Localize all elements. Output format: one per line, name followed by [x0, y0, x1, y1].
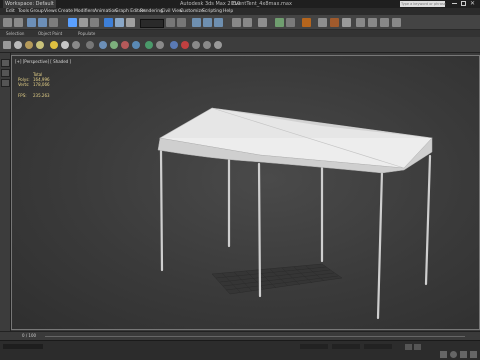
maxscript-listener[interactable] [3, 344, 43, 349]
curve-editor-icon[interactable] [275, 18, 284, 27]
menu-create[interactable]: Create [58, 8, 73, 15]
menu-edit[interactable]: Edit [6, 8, 15, 15]
snap-icon[interactable] [192, 18, 201, 27]
door-icon[interactable] [192, 41, 200, 49]
box-icon[interactable] [3, 41, 11, 49]
extra-tools-icon[interactable] [392, 18, 401, 27]
nurbs-icon[interactable] [170, 41, 178, 49]
select-icon[interactable] [68, 18, 77, 27]
maximize-viewport-icon[interactable] [470, 351, 477, 358]
main-toolbar [0, 15, 480, 30]
render-setup-icon[interactable] [318, 18, 327, 27]
teapot-icon[interactable] [356, 18, 365, 27]
panel-tab-2[interactable] [1, 69, 10, 77]
tab-selection[interactable]: Selection [6, 30, 24, 37]
status-bar [0, 340, 480, 360]
close-icon[interactable]: ✕ [470, 0, 475, 8]
coord-y-field[interactable] [332, 344, 360, 349]
undo-icon[interactable] [3, 18, 12, 27]
manipulate-icon[interactable] [177, 18, 186, 27]
patch-icon[interactable] [156, 41, 164, 49]
tent-canopy [157, 107, 433, 174]
window-icon[interactable] [203, 41, 211, 49]
maximize-icon[interactable] [461, 1, 466, 6]
menu-modifiers[interactable]: Modifiers [74, 8, 95, 15]
material-editor-icon[interactable] [302, 18, 311, 27]
shape-icon[interactable] [181, 41, 189, 49]
menu-rendering[interactable]: Rendering [140, 8, 163, 15]
zoom-extents-icon[interactable] [440, 351, 447, 358]
scale-icon[interactable] [126, 18, 135, 27]
workspace-selector[interactable]: Workspace: Default [3, 0, 56, 8]
target-light-icon[interactable] [72, 41, 80, 49]
secondary-toolbar [0, 37, 480, 53]
cylinder-icon[interactable] [25, 41, 33, 49]
mirror-icon[interactable] [232, 18, 241, 27]
compound-icon[interactable] [145, 41, 153, 49]
camera-icon[interactable] [86, 41, 94, 49]
minimize-icon[interactable] [452, 3, 457, 4]
region-select-icon[interactable] [90, 18, 99, 27]
menu-bar: Edit Tools Group Views Create Modifiers … [0, 8, 480, 15]
render-frame-icon[interactable] [342, 18, 351, 27]
environment-icon[interactable] [368, 18, 377, 27]
link-icon[interactable] [27, 18, 36, 27]
layer-icon[interactable] [258, 18, 267, 27]
angle-snap-icon[interactable] [203, 18, 212, 27]
menu-help[interactable]: Help [223, 8, 233, 15]
system-icon[interactable] [121, 41, 129, 49]
particle-icon[interactable] [132, 41, 140, 49]
render-options-icon[interactable] [380, 18, 389, 27]
menu-views[interactable]: Views [44, 8, 57, 15]
align-icon[interactable] [243, 18, 252, 27]
render-icon[interactable] [330, 18, 339, 27]
omni-light-icon[interactable] [61, 41, 69, 49]
unlink-icon[interactable] [38, 18, 47, 27]
coord-x-field[interactable] [300, 344, 328, 349]
coord-z-field[interactable] [364, 344, 392, 349]
panel-tab-3[interactable] [1, 79, 10, 87]
ribbon-tabs: Selection Object Paint Populate [0, 30, 480, 37]
tent-legs [159, 149, 432, 320]
next-frame-button[interactable] [414, 344, 421, 350]
menu-scripting[interactable]: Scripting [202, 8, 222, 15]
select-by-name-icon[interactable] [79, 18, 88, 27]
menu-customize[interactable]: Customize [180, 8, 204, 15]
menu-tools[interactable]: Tools [18, 8, 29, 15]
torus-icon[interactable] [36, 41, 44, 49]
ground-grid [211, 263, 343, 295]
move-icon[interactable] [104, 18, 113, 27]
percent-snap-icon[interactable] [214, 18, 223, 27]
light-icon[interactable] [50, 41, 58, 49]
tent-model[interactable] [12, 56, 480, 330]
search-input[interactable]: Type a keyword or phrase [400, 1, 446, 7]
pivot-icon[interactable] [166, 18, 175, 27]
spacewarp-icon[interactable] [110, 41, 118, 49]
perspective-viewport[interactable]: [+] [Perspective] [ Shaded ] Total Polys… [11, 55, 480, 330]
file-name: EventTent_4x8max.max [232, 1, 292, 7]
play-button[interactable] [405, 344, 412, 350]
rotate-icon[interactable] [115, 18, 124, 27]
left-panel [0, 53, 11, 333]
panel-tab-1[interactable] [1, 59, 10, 67]
stairs-icon[interactable] [214, 41, 222, 49]
menu-group[interactable]: Group [30, 8, 44, 15]
time-frame-counter: 0 / 100 [22, 333, 37, 338]
sphere-icon[interactable] [14, 41, 22, 49]
pan-icon[interactable] [460, 351, 467, 358]
view-dropdown[interactable] [140, 19, 164, 28]
helper-icon[interactable] [99, 41, 107, 49]
schematic-icon[interactable] [286, 18, 295, 27]
redo-icon[interactable] [14, 18, 23, 27]
title-bar: Workspace: Default Autodesk 3ds Max 2010… [0, 0, 480, 8]
orbit-icon[interactable] [450, 351, 457, 358]
tab-populate[interactable]: Populate [78, 30, 95, 37]
time-slider[interactable]: 0 / 100 [0, 331, 480, 340]
timeline-track[interactable] [45, 336, 465, 337]
menu-animation[interactable]: Animation [94, 8, 117, 15]
bind-icon[interactable] [49, 18, 58, 27]
tab-object-paint[interactable]: Object Paint [38, 30, 62, 37]
